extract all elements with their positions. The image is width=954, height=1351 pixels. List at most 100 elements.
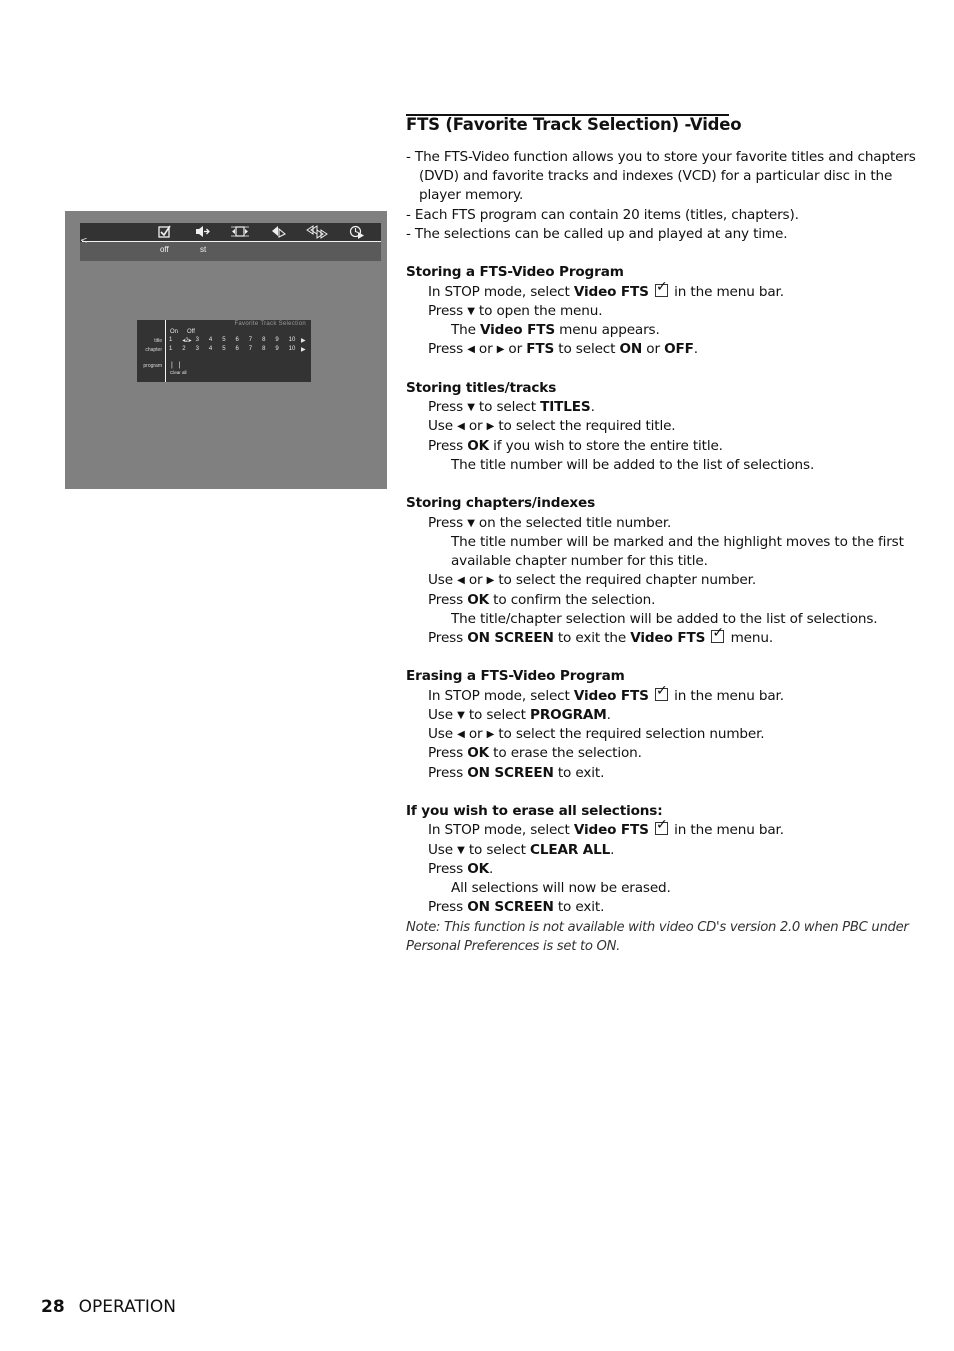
menu-bar-divider [82, 241, 381, 242]
title-number[interactable]: 5 [222, 337, 235, 344]
title-number[interactable]: 7 [249, 337, 262, 344]
title-number[interactable]: 9 [275, 337, 288, 344]
left-arrow-icon: ◀ [457, 729, 465, 740]
result-line: The title/chapter selection will be adde… [451, 611, 878, 627]
program-selection-marks[interactable]: | | [171, 362, 183, 369]
title-number[interactable]: 1 [169, 337, 182, 344]
video-fts-checkbox-icon [711, 626, 725, 643]
down-arrow-icon: ▼ [467, 402, 475, 413]
chapter-number[interactable]: 8 [262, 346, 275, 352]
fts-on-off-selector[interactable]: On Off [170, 329, 204, 335]
menu-bar-bottom [80, 242, 381, 261]
down-arrow-icon: ▼ [457, 845, 465, 856]
page-number: 28 [41, 1297, 65, 1317]
left-arrow-icon: ◀ [457, 421, 465, 432]
instruction-line: Use ▼ to select PROGRAM. [428, 707, 611, 723]
intro-line: player memory. [419, 187, 524, 203]
chapter-row-label: chapter [145, 347, 162, 353]
title-number[interactable]: ◂2▸ [182, 337, 195, 344]
left-arrow-icon: ◀ [467, 344, 475, 355]
intro-line: (DVD) and favorite tracks and indexes (V… [419, 168, 893, 184]
result-line: The title number will be added to the li… [451, 457, 815, 473]
down-arrow-icon: ▼ [457, 710, 465, 721]
chapter-number[interactable]: 7 [249, 346, 262, 352]
title-number-row[interactable]: 1 ◂2▸ 3 4 5 6 7 8 9 10 [169, 337, 302, 344]
instruction-line: Press ON SCREEN to exit the Video FTS me… [428, 626, 773, 648]
instruction-line: Press OK. [428, 861, 494, 877]
chapter-number-row[interactable]: 1 2 3 4 5 6 7 8 9 10 [169, 346, 302, 352]
chapter-number[interactable]: 2 [182, 346, 195, 352]
fts-on-option[interactable]: On [170, 329, 178, 335]
instruction-line: Press OK if you wish to store the entire… [428, 438, 723, 454]
instruction-line: Press ◀ or ▶ or FTS to select ON or OFF. [428, 341, 698, 357]
footer-section-name: OPERATION [78, 1297, 176, 1317]
title-number[interactable]: 4 [209, 337, 222, 344]
instruction-line: Press OK to confirm the selection. [428, 592, 656, 608]
chapter-number[interactable]: 1 [169, 346, 182, 352]
intro-line: - The FTS-Video function allows you to s… [406, 149, 916, 165]
instruction-line: Use ◀ or ▶ to select the required select… [428, 726, 765, 742]
program-row-label: program [143, 363, 162, 369]
tv-screen-illustration: < off st Favorite Track Selection On Off … [65, 211, 387, 489]
note-line: Note: This function is not available wit… [406, 920, 909, 935]
title-number[interactable]: 6 [235, 337, 248, 344]
title-number[interactable]: 8 [262, 337, 275, 344]
page-title: FTS (Favorite Track Selection) -Video [406, 115, 742, 134]
chapter-number[interactable]: 10 [289, 346, 302, 352]
instruction-line: Use ◀ or ▶ to select the required title. [428, 418, 676, 434]
clear-all-option[interactable]: Clear all [170, 370, 187, 375]
sound-icon[interactable] [194, 225, 212, 240]
title-number[interactable]: 3 [196, 337, 209, 344]
fts-menu-panel: Favorite Track Selection On Off title 1 ◂… [137, 320, 311, 382]
video-fts-checkbox-icon [655, 684, 668, 701]
instruction-line: In STOP mode, select Video FTS in the me… [428, 818, 784, 840]
chapter-number[interactable]: 9 [275, 346, 288, 352]
title-number[interactable]: 10 [289, 337, 302, 344]
section-heading-storing-titles: Storing titles/tracks [406, 380, 557, 396]
intro-line: - Each FTS program can contain 20 items … [406, 207, 799, 223]
result-line: The title number will be marked and the … [451, 534, 904, 550]
frame-icon[interactable] [231, 225, 249, 240]
instruction-line: Press ▼ to open the menu. [428, 303, 603, 319]
section-heading-erase-all: If you wish to erase all selections: [406, 803, 663, 819]
section-heading-erasing-program: Erasing a FTS-Video Program [406, 668, 625, 684]
instruction-line: In STOP mode, select Video FTS in the me… [428, 684, 784, 706]
result-line: available chapter number for this title. [451, 553, 708, 569]
instruction-line: Press ▼ to select TITLES. [428, 399, 595, 415]
page-footer: 28 OPERATION [41, 1297, 176, 1317]
instruction-line: Press ON SCREEN to exit. [428, 765, 605, 781]
instruction-line: Press OK to erase the selection. [428, 745, 642, 761]
chapter-number[interactable]: 4 [209, 346, 222, 352]
chapter-more-arrow-icon[interactable]: ▶ [301, 346, 306, 353]
video-fts-status: off [160, 245, 169, 254]
section-heading-storing-chapters: Storing chapters/indexes [406, 495, 596, 511]
result-line: All selections will now be erased. [451, 880, 671, 896]
instruction-line: Use ◀ or ▶ to select the required chapte… [428, 572, 757, 588]
title-more-arrow-icon[interactable]: ▶ [301, 337, 306, 344]
video-fts-checkbox-icon [655, 818, 668, 835]
chapter-number[interactable]: 5 [222, 346, 235, 352]
result-line: The Video FTS menu appears. [451, 322, 660, 338]
video-fts-icon[interactable] [156, 225, 174, 240]
down-arrow-icon: ▼ [467, 306, 475, 317]
fts-panel-heading: Favorite Track Selection [234, 321, 306, 327]
instruction-line: Press ▼ on the selected title number. [428, 515, 672, 531]
sound-status: st [200, 245, 207, 254]
scan-icon[interactable] [306, 225, 328, 240]
video-fts-checkbox-icon [655, 280, 668, 297]
instruction-line: In STOP mode, select Video FTS in the me… [428, 280, 784, 302]
instruction-line: Press ON SCREEN to exit. [428, 899, 605, 915]
instruction-line: Use ▼ to select CLEAR ALL. [428, 842, 615, 858]
time-search-icon[interactable] [348, 225, 366, 240]
fts-off-option[interactable]: Off [187, 329, 195, 335]
note-line: Personal Preferences is set to ON. [406, 939, 621, 954]
fts-panel-divider [165, 320, 166, 382]
angle-icon[interactable] [270, 225, 288, 240]
down-arrow-icon: ▼ [467, 518, 475, 529]
title-row-label: title [154, 338, 162, 344]
left-arrow-icon: ◀ [457, 575, 465, 586]
chapter-number[interactable]: 3 [196, 346, 209, 352]
section-heading-storing-program: Storing a FTS-Video Program [406, 264, 624, 280]
back-arrow-icon: < [80, 236, 88, 246]
chapter-number[interactable]: 6 [235, 346, 248, 352]
